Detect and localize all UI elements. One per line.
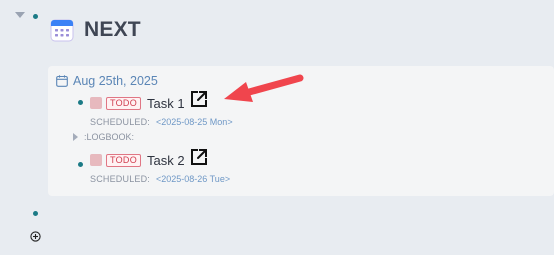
task-2-todo-marker[interactable]: TODO [106,153,142,167]
task-1-bullet[interactable] [78,100,83,105]
page-title-row: NEXT [50,16,141,44]
task-2-scheduled: SCHEDULED: <2025-08-26 Tue> [90,173,230,185]
task-1-scheduled: SCHEDULED: <2025-08-25 Mon> [90,116,233,128]
task-2-label[interactable]: Task 2 [147,153,185,168]
block-bullet[interactable] [33,14,38,19]
external-link-icon[interactable] [189,89,209,109]
task-1-todo-marker[interactable]: TODO [106,96,142,110]
red-arrow-icon [224,74,304,102]
expand-toggle-icon[interactable] [73,133,78,141]
task-1-row: TODO Task 1 [90,94,185,112]
journal-date-label: Aug 25th, 2025 [73,74,158,88]
task-2-scheduled-label: SCHEDULED: [90,174,151,184]
task-2-scheduled-date[interactable]: <2025-08-26 Tue> [156,174,230,184]
page-title: NEXT [84,18,141,41]
calendar-small-icon [56,75,68,87]
plus-circle-icon[interactable] [30,231,41,242]
task-2-checkbox[interactable] [90,154,102,166]
logbook-drawer[interactable]: :LOGBOOK: [73,131,134,143]
task-1-label[interactable]: Task 1 [147,96,185,111]
logbook-label: :LOGBOOK: [84,132,135,142]
task-2-bullet[interactable] [78,162,83,167]
journal-date-link[interactable]: Aug 25th, 2025 [56,73,158,89]
task-2-row: TODO Task 2 [90,151,185,169]
calendar-icon [50,19,74,42]
empty-block-bullet[interactable] [33,211,38,216]
task-1-scheduled-date[interactable]: <2025-08-25 Mon> [156,117,233,127]
collapse-toggle-icon[interactable] [15,12,25,18]
task-1-scheduled-label: SCHEDULED: [90,117,151,127]
external-link-icon[interactable] [189,147,209,167]
task-1-checkbox[interactable] [90,97,102,109]
